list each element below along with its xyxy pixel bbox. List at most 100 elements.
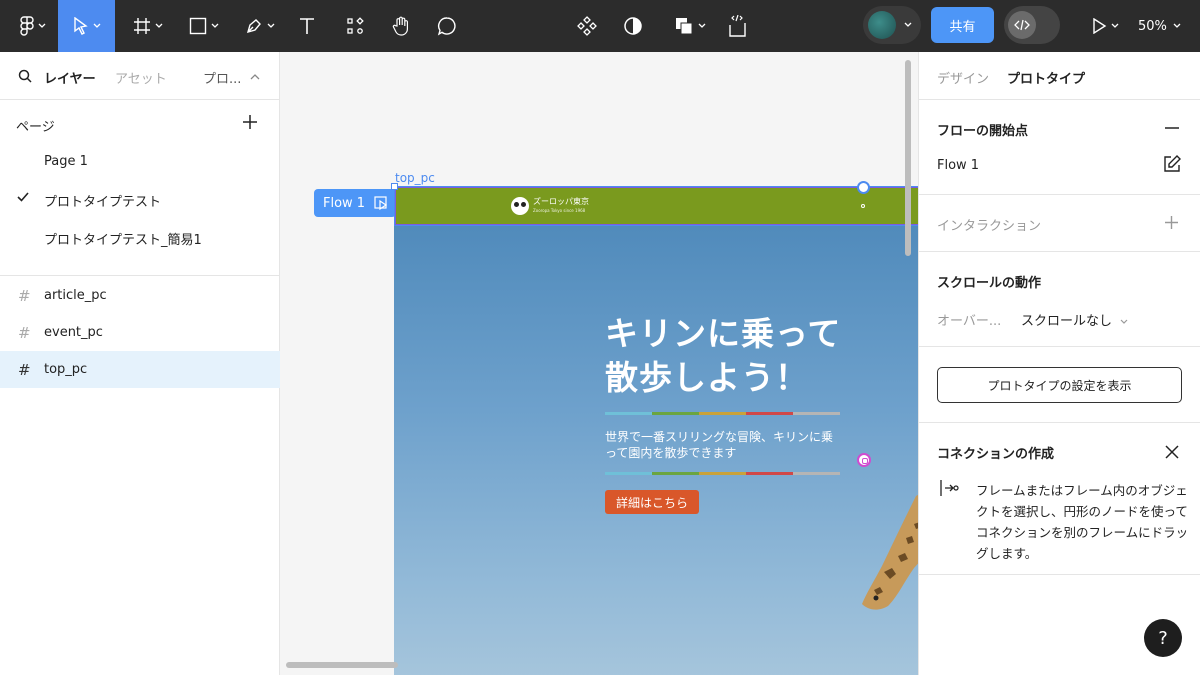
top-pc-frame[interactable]: ズーロッパ東京 Zooropa Tokyo since 1968 キリンに乗って… bbox=[394, 186, 918, 675]
chevron-down-icon bbox=[93, 23, 100, 28]
flow-start-chip[interactable]: Flow 1 bbox=[314, 189, 396, 217]
hand-icon bbox=[392, 16, 408, 36]
chevron-up-icon[interactable] bbox=[250, 73, 260, 80]
comment-icon bbox=[437, 17, 456, 36]
play-icon bbox=[1093, 18, 1107, 34]
layer-name: article_pc bbox=[44, 288, 107, 303]
zoom-dropdown[interactable]: 50% bbox=[1138, 0, 1181, 52]
giraffe-image bbox=[862, 494, 918, 610]
contrast-icon bbox=[624, 17, 642, 35]
connection-node[interactable] bbox=[857, 181, 870, 194]
rectangle-icon bbox=[189, 17, 207, 35]
details-button[interactable]: 詳細はこちら bbox=[605, 490, 699, 514]
panda-logo-icon bbox=[511, 197, 529, 215]
comment-tool-button[interactable] bbox=[430, 0, 464, 52]
left-tabs: レイヤー アセット プロ... bbox=[0, 52, 280, 100]
present-button[interactable] bbox=[1082, 0, 1128, 52]
layer-name: event_pc bbox=[44, 325, 103, 340]
horizontal-scrollbar[interactable] bbox=[286, 662, 398, 668]
components-button[interactable] bbox=[570, 0, 604, 52]
scroll-title: スクロールの動作 bbox=[937, 276, 1042, 291]
scroll-section: スクロールの動作 オーバー... スクロールなし bbox=[919, 252, 1200, 347]
site-logo: ズーロッパ東京 Zooropa Tokyo since 1968 bbox=[511, 197, 589, 215]
flow-name[interactable]: Flow 1 bbox=[937, 158, 979, 173]
right-tabs: デザイン プロトタイプ bbox=[919, 52, 1200, 100]
edit-icon[interactable] bbox=[1163, 155, 1181, 173]
share-button[interactable]: 共有 bbox=[931, 7, 994, 43]
flow-chip-label: Flow 1 bbox=[323, 195, 366, 211]
help-button[interactable]: ? bbox=[1144, 619, 1182, 657]
pen-tool-button[interactable] bbox=[236, 0, 284, 52]
pages-header: ページ bbox=[16, 120, 55, 135]
color-stripe bbox=[605, 412, 840, 415]
boolean-ops-button[interactable] bbox=[666, 0, 714, 52]
frame-tool-button[interactable] bbox=[124, 0, 172, 52]
zoom-label: 50% bbox=[1138, 18, 1167, 34]
boolean-icon bbox=[676, 18, 693, 35]
text-tool-button[interactable] bbox=[290, 0, 324, 52]
figma-logo-icon bbox=[20, 16, 34, 36]
avatar bbox=[868, 11, 896, 39]
hero-title-line2: 散歩しよう！ bbox=[605, 358, 809, 397]
minus-icon[interactable] bbox=[1165, 127, 1179, 129]
add-interaction-icon[interactable] bbox=[1164, 215, 1179, 230]
resources-button[interactable] bbox=[338, 0, 372, 52]
check-icon bbox=[17, 192, 29, 202]
divider bbox=[0, 275, 280, 276]
cursor-icon bbox=[73, 17, 88, 35]
add-page-icon[interactable] bbox=[242, 114, 258, 130]
hero-title: キリンに乗って 散歩しよう！ bbox=[605, 312, 841, 400]
tab-prototype[interactable]: プロトタイプ bbox=[1007, 68, 1085, 87]
color-stripe bbox=[605, 472, 840, 475]
user-avatar-button[interactable] bbox=[863, 6, 921, 44]
dev-code-button[interactable] bbox=[720, 0, 754, 52]
frame-icon: # bbox=[18, 360, 31, 379]
menu-dot-icon bbox=[861, 204, 865, 208]
move-tool-button[interactable] bbox=[58, 0, 115, 52]
frame-icon: # bbox=[18, 286, 31, 305]
interaction-title: インタラクション bbox=[937, 219, 1042, 234]
connection-node[interactable] bbox=[857, 453, 871, 467]
page-item[interactable]: Page 1 bbox=[44, 154, 88, 169]
tab-page-selector[interactable]: プロ... bbox=[203, 68, 241, 87]
overflow-label: オーバー... bbox=[937, 314, 1002, 329]
connection-title: コネクションの作成 bbox=[937, 447, 1055, 462]
logo-subtitle: Zooropa Tokyo since 1968 bbox=[533, 208, 586, 213]
vertical-scrollbar[interactable] bbox=[905, 60, 911, 256]
site-header[interactable]: ズーロッパ東京 Zooropa Tokyo since 1968 bbox=[394, 186, 918, 226]
layer-row[interactable]: # event_pc bbox=[0, 314, 280, 351]
hand-tool-button[interactable] bbox=[384, 0, 418, 52]
overflow-value: スクロールなし bbox=[1021, 314, 1113, 329]
connection-description: フレームまたはフレーム内のオブジェクトを選択し、円形のノードを使ってコネクション… bbox=[976, 483, 1189, 561]
text-icon bbox=[300, 18, 314, 34]
chevron-down-icon bbox=[155, 23, 163, 28]
chevron-down-icon bbox=[267, 23, 275, 28]
tab-assets[interactable]: アセット bbox=[115, 68, 167, 87]
resize-handle[interactable] bbox=[391, 183, 398, 190]
close-icon[interactable] bbox=[1165, 445, 1179, 459]
contrast-button[interactable] bbox=[616, 0, 650, 52]
chevron-down-icon bbox=[1173, 23, 1181, 28]
main-menu-button[interactable] bbox=[8, 0, 58, 52]
page-item-current[interactable]: プロトタイプテスト bbox=[44, 191, 161, 210]
dev-mode-toggle[interactable] bbox=[1004, 6, 1060, 44]
tab-design[interactable]: デザイン bbox=[937, 68, 989, 87]
search-icon[interactable] bbox=[18, 69, 32, 83]
hero-title-line1: キリンに乗って bbox=[605, 314, 842, 353]
chevron-down-icon bbox=[211, 23, 219, 28]
page-item[interactable]: プロトタイプテスト_簡易1 bbox=[44, 229, 202, 248]
layer-row[interactable]: # article_pc bbox=[0, 277, 280, 314]
settings-section bbox=[919, 347, 1200, 423]
hero-description: 世界で一番スリリングな冒険、キリンに乗って園内を散歩できます bbox=[605, 430, 834, 460]
layer-row-selected[interactable]: # top_pc bbox=[0, 351, 280, 388]
connection-icon bbox=[940, 480, 959, 496]
shape-tool-button[interactable] bbox=[180, 0, 228, 52]
frame-icon: # bbox=[18, 323, 31, 342]
pen-icon bbox=[246, 19, 261, 34]
logo-title: ズーロッパ東京 bbox=[533, 197, 589, 206]
overflow-dropdown[interactable]: スクロールなし bbox=[1021, 310, 1128, 329]
tab-layers[interactable]: レイヤー bbox=[44, 68, 96, 87]
component-icon bbox=[577, 16, 597, 36]
canvas[interactable]: top_pc Flow 1 ズーロッパ東京 Zooropa Tokyo sinc… bbox=[280, 52, 918, 675]
frame-label[interactable]: top_pc bbox=[395, 171, 435, 185]
